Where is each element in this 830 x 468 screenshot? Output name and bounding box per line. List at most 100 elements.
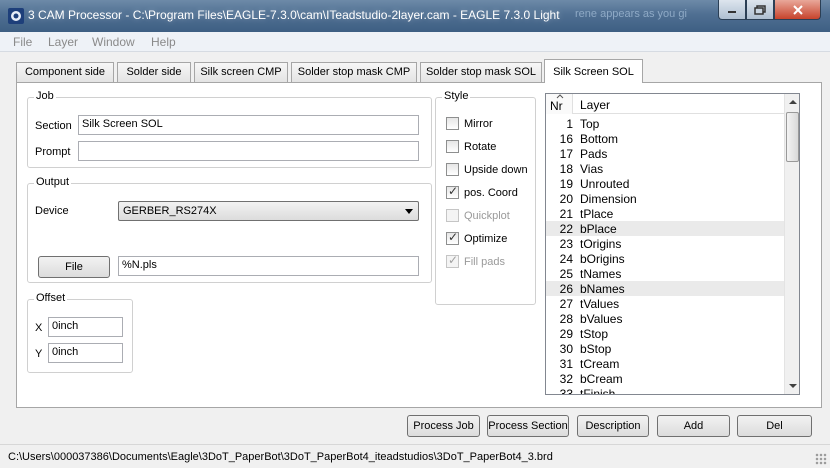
style-group-label: Style bbox=[442, 90, 471, 102]
layer-number: 33 bbox=[559, 387, 573, 395]
tab-solder-stop-mask-sol[interactable]: Solder stop mask SOL bbox=[420, 62, 542, 82]
layer-row[interactable]: 17 Pads bbox=[546, 146, 784, 161]
layer-name: Vias bbox=[580, 162, 604, 176]
menu-layer[interactable]: Layer bbox=[48, 35, 78, 49]
minimize-icon bbox=[728, 10, 736, 13]
output-group: Output Device GERBER_RS274X File %N.pls bbox=[27, 176, 432, 283]
status-bar: C:\Users\000037386\Documents\Eagle\3DoT_… bbox=[0, 444, 830, 468]
layer-rows: 1 Top 16 Bottom 17 Pads 18 Vias 19 Unrouted 20 Dime… bbox=[546, 116, 784, 395]
layer-row[interactable]: 18 Vias bbox=[546, 161, 784, 176]
layer-name: tOrigins bbox=[580, 237, 622, 251]
device-label: Device bbox=[35, 205, 69, 217]
offset-y-label: Y bbox=[35, 348, 43, 360]
del-button[interactable]: Del bbox=[737, 415, 812, 437]
description-button[interactable]: Description bbox=[577, 415, 649, 437]
minimize-button[interactable] bbox=[718, 0, 746, 20]
fill-pads-checkbox[interactable] bbox=[446, 253, 459, 268]
layer-number: 27 bbox=[559, 297, 573, 311]
layer-row[interactable]: 23 tOrigins bbox=[546, 236, 784, 251]
offset-group: Offset X 0inch Y 0inch bbox=[27, 292, 133, 373]
layer-row[interactable]: 26 bNames bbox=[546, 281, 784, 296]
layer-name: Dimension bbox=[580, 192, 637, 206]
nr-column-header[interactable]: Nr bbox=[546, 94, 573, 114]
section-input[interactable]: Silk Screen SOL bbox=[78, 115, 419, 135]
layer-number: 28 bbox=[559, 312, 573, 326]
layer-number: 24 bbox=[559, 252, 573, 266]
layer-list[interactable]: Nr Layer 1 Top 16 Bottom 17 Pads 18 Vias 19 Unrou… bbox=[545, 93, 800, 395]
tab-solder-stop-mask-cmp[interactable]: Solder stop mask CMP bbox=[291, 62, 417, 82]
layer-row[interactable]: 1 Top bbox=[546, 116, 784, 131]
close-button[interactable] bbox=[774, 0, 821, 20]
layer-name: bValues bbox=[580, 312, 623, 326]
scroll-up-icon[interactable] bbox=[789, 100, 797, 104]
device-value: GERBER_RS274X bbox=[123, 205, 217, 217]
tab-silk-screen-cmp[interactable]: Silk screen CMP bbox=[194, 62, 288, 82]
layer-list-scrollbar[interactable] bbox=[784, 94, 799, 394]
scroll-thumb[interactable] bbox=[786, 112, 799, 162]
layer-name: tStop bbox=[580, 327, 609, 341]
layer-row[interactable]: 19 Unrouted bbox=[546, 176, 784, 191]
resize-grip-icon[interactable] bbox=[815, 453, 827, 465]
mirror-checkbox[interactable] bbox=[446, 117, 459, 130]
chevron-down-icon bbox=[405, 209, 413, 214]
layer-row[interactable]: 22 bPlace bbox=[546, 221, 784, 236]
layer-row[interactable]: 30 bStop bbox=[546, 341, 784, 356]
layer-row[interactable]: 25 tNames bbox=[546, 266, 784, 281]
menu-file[interactable]: File bbox=[13, 35, 32, 49]
layer-name: bNames bbox=[580, 282, 625, 296]
layer-name: tNames bbox=[580, 267, 622, 281]
layer-name: Pads bbox=[580, 147, 608, 161]
tab-silk-screen-sol[interactable]: Silk Screen SOL bbox=[544, 59, 643, 83]
rotate-checkbox[interactable] bbox=[446, 140, 459, 153]
layer-row[interactable]: 27 tValues bbox=[546, 296, 784, 311]
layer-column-header[interactable]: Layer bbox=[580, 98, 610, 112]
upside-down-checkbox[interactable] bbox=[446, 163, 459, 176]
process-section-button[interactable]: Process Section bbox=[487, 415, 569, 437]
menu-help[interactable]: Help bbox=[151, 35, 176, 49]
layer-number: 23 bbox=[559, 237, 573, 251]
file-button[interactable]: File bbox=[38, 256, 110, 278]
layer-row[interactable]: 16 Bottom bbox=[546, 131, 784, 146]
job-group: Job Section Silk Screen SOL Prompt bbox=[27, 90, 432, 168]
device-dropdown[interactable]: GERBER_RS274X bbox=[118, 201, 419, 221]
layer-row[interactable]: 29 tStop bbox=[546, 326, 784, 341]
offset-y-input[interactable]: 0inch bbox=[48, 343, 123, 363]
background-window-text: rene appears as you gi bbox=[575, 8, 687, 20]
layer-number: 1 bbox=[566, 117, 573, 131]
layer-row[interactable]: 21 tPlace bbox=[546, 206, 784, 221]
title-bar: 3 CAM Processor - C:\Program Files\EAGLE… bbox=[0, 0, 830, 32]
fill-pads-label: Fill pads bbox=[464, 256, 505, 268]
layer-number: 21 bbox=[559, 207, 573, 221]
tab-component-side[interactable]: Component side bbox=[16, 62, 114, 82]
layer-row[interactable]: 24 bOrigins bbox=[546, 251, 784, 266]
pos-coord-checkbox[interactable] bbox=[446, 184, 459, 199]
process-job-button[interactable]: Process Job bbox=[407, 415, 480, 437]
layer-row[interactable]: 20 Dimension bbox=[546, 191, 784, 206]
offset-x-input[interactable]: 0inch bbox=[48, 317, 123, 337]
tab-solder-side[interactable]: Solder side bbox=[117, 62, 191, 82]
layer-row[interactable]: 32 bCream bbox=[546, 371, 784, 386]
layer-row[interactable]: 31 tCream bbox=[546, 356, 784, 371]
output-group-label: Output bbox=[34, 176, 72, 188]
nr-header-label: Nr bbox=[550, 99, 563, 113]
style-group: Style Mirror Rotate Upside down pos. Coo… bbox=[435, 90, 536, 305]
layer-name: bOrigins bbox=[580, 252, 625, 266]
prompt-input[interactable] bbox=[78, 141, 419, 161]
scroll-down-icon[interactable] bbox=[789, 384, 797, 388]
layer-name: tCream bbox=[580, 357, 620, 371]
menu-window[interactable]: Window bbox=[92, 35, 135, 49]
pos-coord-label: pos. Coord bbox=[464, 187, 518, 199]
optimize-label: Optimize bbox=[464, 233, 508, 245]
eagle-app-icon[interactable] bbox=[8, 8, 24, 24]
file-input[interactable]: %N.pls bbox=[118, 256, 419, 276]
close-icon bbox=[792, 4, 803, 15]
add-button[interactable]: Add bbox=[657, 415, 730, 437]
maximize-button[interactable] bbox=[746, 0, 774, 20]
layer-name: tPlace bbox=[580, 207, 614, 221]
quickplot-checkbox[interactable] bbox=[446, 209, 459, 222]
optimize-checkbox[interactable] bbox=[446, 230, 459, 245]
layer-row[interactable]: 28 bValues bbox=[546, 311, 784, 326]
layer-name: bStop bbox=[580, 342, 612, 356]
layer-row[interactable]: 33 tFinish bbox=[546, 386, 784, 395]
layer-list-header: Nr Layer bbox=[546, 94, 784, 114]
